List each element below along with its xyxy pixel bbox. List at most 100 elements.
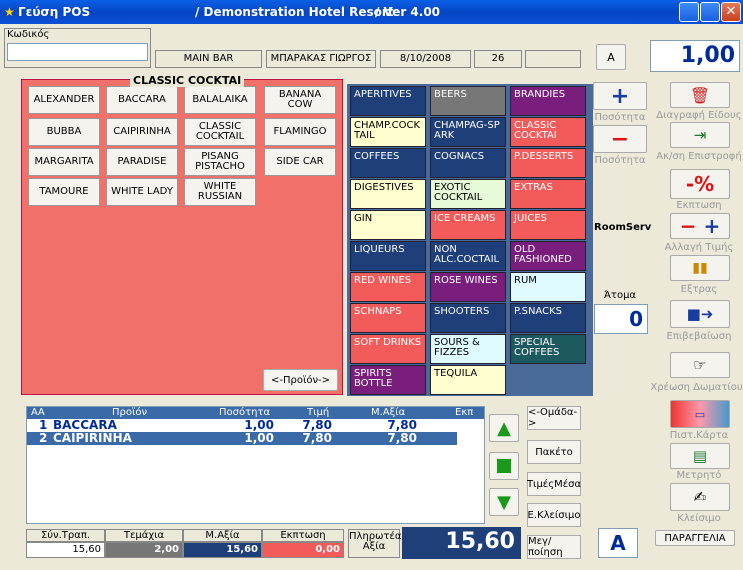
category-button[interactable]: DIGESTIVES [350,179,426,209]
return-button[interactable]: ⇥ [670,122,730,148]
category-button[interactable]: CLASSIC COCKTAI [510,117,586,147]
group-nav-button[interactable]: <-Ομάδα-> [527,406,581,430]
mode-button[interactable]: A [596,44,626,70]
extras-button[interactable]: ▮▮ [670,255,730,281]
order-grid: ΑΑ Προϊόν Ποσότητα Τιμή Μ.Αξία Εκπ 1 BAC… [26,406,485,524]
cocktail-item-button[interactable]: TAMOURE [28,178,100,206]
cocktail-item-button[interactable]: MARGARITA [28,148,100,176]
category-button[interactable]: RED WINES [350,272,426,302]
category-button[interactable]: P.SNACKS [510,303,586,333]
cocktail-item-button[interactable]: FLAMINGO [264,118,336,146]
order-button[interactable]: ΠΑΡΑΓΓΕΛΙΑ [655,530,735,546]
category-button[interactable]: SPECIAL COFFEES [510,334,586,364]
category-button[interactable]: OLD FASHIONED [510,241,586,271]
category-button[interactable]: SOFT DRINKS [350,334,426,364]
confirm-icon: ■➜ [686,304,714,323]
category-button[interactable]: BRANDIES [510,86,586,116]
category-button[interactable]: GIN [350,210,426,240]
plus-icon: + [610,83,630,109]
cocktail-item-button[interactable]: CAIPIRINHA [106,118,178,146]
e-close-button[interactable]: Ε.Κλείσιμο [527,503,581,527]
category-button[interactable]: EXOTIC COCKTAIL [430,179,506,209]
row-qty: 1,00 [244,431,274,445]
door-icon: ⇥ [693,125,707,144]
col-qty: Ποσότητα [219,407,271,418]
maximize-button[interactable] [700,2,720,22]
cash-button[interactable]: ▤ [670,443,730,469]
persons-input[interactable]: 0 [594,304,648,334]
scroll-up-button[interactable]: ▲ [489,414,519,442]
transfer-button[interactable]: Μεγ/ποίηση [527,535,581,559]
category-button[interactable]: TEQUILA [430,365,506,395]
code-input[interactable] [7,43,148,61]
category-button[interactable]: CHAMPAG-SP ARK [430,117,506,147]
credit-card-label: Πιστ.Κάρτα [669,430,729,441]
category-button[interactable]: P.DESSERTS [510,148,586,178]
scroll-down-button[interactable]: ▼ [489,488,519,516]
confirm-button[interactable]: ■➜ [670,300,730,328]
outlet-field: MAIN BAR [155,50,262,68]
table-field: 26 [474,50,522,68]
category-button[interactable]: SCHNAPS [350,303,426,333]
col-value: Μ.Αξία [371,407,406,418]
category-button[interactable]: COGNACS [430,148,506,178]
payable-value: 15,60 [402,527,521,559]
table-row[interactable]: 2 CAIPIRINHA 1,00 7,80 7,80 [27,432,457,445]
category-button[interactable]: ICE CREAMS [430,210,506,240]
category-button[interactable]: SPIRITS BOTTLE [350,365,426,395]
category-button[interactable]: BEERS [430,86,506,116]
delete-icon: 🗑 [689,85,711,105]
roomserv-label[interactable]: RoomServ [594,222,651,233]
minimize-button[interactable] [679,2,699,22]
category-button[interactable]: NON ALC.COCTAIL [430,241,506,271]
room-charge-button[interactable]: ☞ [670,352,730,378]
category-button[interactable]: EXTRAS [510,179,586,209]
cocktail-item-button[interactable]: BUBBA [28,118,100,146]
cocktail-item-button[interactable]: PISANG PISTACHO [184,148,256,176]
prices-means-button[interactable]: ΤιμέςΜέσα [527,472,581,496]
delete-item-button[interactable]: 🗑 [670,82,730,108]
package-button[interactable]: Πακέτο [527,440,581,464]
delete-item-label: Διαγραφή Είδους [656,110,742,121]
category-button[interactable]: COFFEES [350,148,426,178]
cash-icon: ▤ [692,446,708,465]
qty-plus-button[interactable]: + [593,82,647,110]
hotel-title: / Demonstration Hotel Resort [195,5,394,19]
cocktail-item-button[interactable]: WHITE LADY [106,178,178,206]
col-price: Τιμή [307,407,330,418]
qty-minus-button[interactable]: − [593,125,647,153]
cocktail-item-button[interactable]: WHITE RUSSIAN [184,178,256,206]
product-nav-button[interactable]: <-Προϊόν-> [263,369,338,391]
cash-label: Μετρητό [676,470,722,481]
cocktail-item-button[interactable]: BALALAIKA [184,86,256,114]
close-button[interactable]: ✕ [721,2,741,22]
category-button[interactable]: APERITIVES [350,86,426,116]
app-star-icon: ★ [4,5,15,19]
cocktail-item-button[interactable]: SIDE CAR [264,148,336,176]
price-change-button[interactable]: − + [670,213,730,239]
cocktail-item-button[interactable]: ALEXANDER [28,86,100,114]
cocktail-item-button[interactable]: BACCARA [106,86,178,114]
col-discount: Εκπ [455,407,474,418]
credit-card-button[interactable]: ▭ [670,400,730,428]
cocktail-item-button[interactable]: PARADISE [106,148,178,176]
category-button[interactable]: RUM [510,272,586,302]
category-panel: APERITIVES BEERS BRANDIES CHAMP.COCK TAIL CH… [347,84,593,396]
discount-button[interactable]: -% [670,169,730,199]
category-button[interactable]: JUICES [510,210,586,240]
category-button[interactable]: LIQUEURS [350,241,426,271]
close-bill-button[interactable]: ✍ [670,483,730,511]
category-button[interactable]: SHOOTERS [430,303,506,333]
category-button[interactable]: SOURS & FIZZES [430,334,506,364]
cocktail-item-button[interactable]: BANANA COW [264,86,336,114]
cocktail-panel-title: CLASSIC COCKTAI [130,74,245,87]
category-button[interactable]: ROSE WINES [430,272,506,302]
value-total: 15,60 [183,542,262,558]
return-label: Ακ/ση Επιστροφή [656,151,742,162]
cocktail-item-button[interactable]: CLASSIC COCKTAIL [184,118,256,146]
arrow-down-icon: ▼ [497,491,511,513]
row-product: CAIPIRINHA [53,431,132,445]
category-button[interactable]: CHAMP.COCK TAIL [350,117,426,147]
scroll-stop-button[interactable] [489,452,519,480]
total-table-value: 15,60 [26,542,105,558]
